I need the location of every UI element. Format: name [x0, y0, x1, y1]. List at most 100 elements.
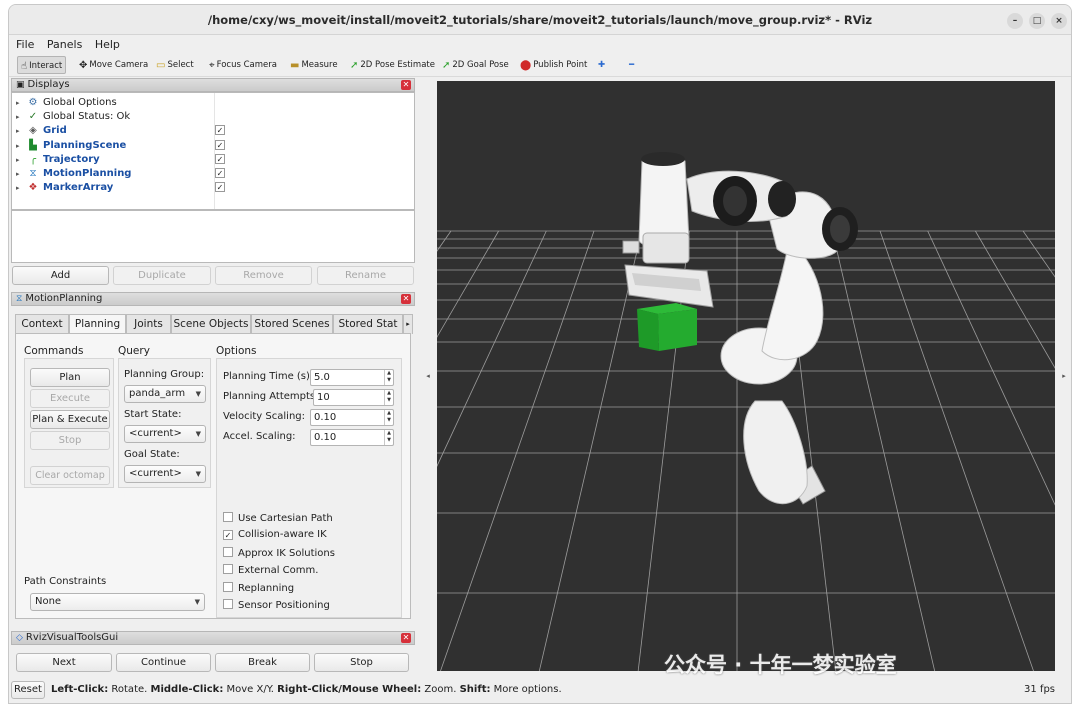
display-enabled-checkbox[interactable]: ✓	[215, 153, 225, 164]
close-icon[interactable]: ×	[1051, 13, 1067, 29]
close-icon[interactable]: ✕	[401, 633, 411, 643]
reset-button[interactable]: Reset	[11, 681, 45, 699]
chevron-down-icon: ▼	[195, 470, 201, 478]
close-icon[interactable]: ✕	[401, 80, 411, 90]
add-tool-icon[interactable]: ✚	[595, 56, 608, 74]
arrow-goal-icon: ➚	[442, 60, 451, 71]
interact-tool-button[interactable]: ☝ Interact	[17, 56, 67, 74]
execute-button[interactable]: Execute	[30, 389, 110, 408]
approx-ik-checkbox[interactable]: Approx IK Solutions	[223, 547, 335, 560]
menu-file[interactable]: File	[16, 38, 34, 51]
expand-arrow-icon[interactable]: ▸	[16, 167, 20, 181]
display-item[interactable]: ▸ ✓ Global Status: Ok	[12, 110, 412, 124]
spin-arrows-icon[interactable]: ▲ ▼	[384, 410, 393, 425]
minimize-icon[interactable]: –	[1007, 13, 1023, 29]
expand-arrow-icon[interactable]: ▸	[16, 96, 20, 110]
measure-tool-button[interactable]: ▬ Measure	[287, 56, 341, 74]
maximize-icon[interactable]: □	[1029, 13, 1045, 29]
collapse-left-handle-icon[interactable]: ◂	[421, 81, 435, 671]
planning-time-input[interactable]: 5.0 ▲ ▼	[310, 369, 394, 386]
use-cartesian-path-checkbox[interactable]: Use Cartesian Path	[223, 512, 333, 525]
menu-help[interactable]: Help	[95, 38, 120, 51]
expand-arrow-icon[interactable]: ▸	[16, 124, 20, 138]
goal-state-select[interactable]: <current> ▼	[124, 465, 206, 483]
select-tool-button[interactable]: ▭ Select	[153, 56, 197, 74]
start-state-select[interactable]: <current> ▼	[124, 425, 206, 443]
planning-attempts-label: Planning Attempts:	[223, 391, 319, 402]
tab-scroll-right-icon[interactable]: ▸	[403, 314, 413, 334]
clear-octomap-button[interactable]: Clear octomap	[30, 466, 110, 485]
3d-viewport[interactable]	[437, 81, 1055, 671]
display-item[interactable]: ▸ ⧖ MotionPlanning ✓	[12, 167, 412, 181]
remove-display-button[interactable]: Remove	[215, 266, 312, 285]
display-enabled-checkbox[interactable]: ✓	[215, 182, 225, 193]
close-icon[interactable]: ✕	[401, 294, 411, 304]
next-button[interactable]: Next	[16, 653, 112, 672]
sensor-positioning-checkbox[interactable]: Sensor Positioning	[223, 599, 330, 612]
add-display-button[interactable]: Add	[12, 266, 109, 285]
plan-button[interactable]: Plan	[30, 368, 110, 387]
stop-visual-button[interactable]: Stop	[314, 653, 409, 672]
tab-scene-objects[interactable]: Scene Objects	[171, 314, 251, 334]
planning-group-select[interactable]: panda_arm ▼	[124, 385, 206, 403]
path-constraints-select[interactable]: None ▼	[30, 593, 205, 611]
break-button[interactable]: Break	[215, 653, 310, 672]
display-item[interactable]: ▸ ❖ MarkerArray ✓	[12, 181, 412, 195]
display-item-label: MotionPlanning	[43, 168, 132, 179]
velocity-scaling-input[interactable]: 0.10 ▲ ▼	[310, 409, 394, 426]
tab-context[interactable]: Context	[15, 314, 69, 334]
start-state-label: Start State:	[124, 409, 182, 420]
planning-tab-body: Commands Query Options Plan Execute Plan…	[15, 333, 411, 619]
rviz-visual-tools-header: ◇ RvizVisualToolsGui ✕	[11, 631, 415, 645]
menu-panels[interactable]: Panels	[47, 38, 82, 51]
tab-stored-scenes[interactable]: Stored Scenes	[251, 314, 333, 334]
rename-display-button[interactable]: Rename	[317, 266, 414, 285]
spin-arrows-icon[interactable]: ▲ ▼	[384, 430, 393, 445]
tab-planning[interactable]: Planning	[69, 314, 126, 335]
continue-button[interactable]: Continue	[116, 653, 211, 672]
publish-point-tool-button[interactable]: ⬤ Publish Point	[517, 56, 590, 74]
spin-arrows-icon[interactable]: ▲ ▼	[384, 390, 393, 405]
options-label: Options	[216, 345, 257, 357]
display-item-label: PlanningScene	[43, 139, 127, 151]
focus-camera-tool-button[interactable]: ⌖ Focus Camera	[206, 56, 280, 74]
move-camera-tool-button[interactable]: ✥ Move Camera	[76, 56, 151, 74]
planning-scene-icon: ▙	[29, 139, 37, 151]
stop-button[interactable]: Stop	[30, 431, 110, 450]
expand-arrow-icon[interactable]: ▸	[16, 153, 20, 167]
accel-scaling-input[interactable]: 0.10 ▲ ▼	[310, 429, 394, 446]
duplicate-display-button[interactable]: Duplicate	[113, 266, 211, 285]
display-item[interactable]: ▸ ▙ PlanningScene ✓	[12, 139, 412, 153]
select-icon: ▭	[156, 60, 166, 71]
goal-pose-tool-button[interactable]: ➚ 2D Goal Pose	[439, 56, 512, 74]
display-enabled-checkbox[interactable]: ✓	[215, 125, 225, 136]
query-label: Query	[118, 345, 150, 357]
replanning-checkbox[interactable]: Replanning	[223, 582, 294, 595]
display-enabled-checkbox[interactable]: ✓	[215, 139, 225, 150]
collision-aware-ik-checkbox[interactable]: ✓ Collision-aware IK	[223, 529, 327, 541]
pose-estimate-tool-button[interactable]: ➚ 2D Pose Estimate	[347, 56, 438, 74]
expand-arrow-icon[interactable]: ▸	[16, 139, 20, 153]
map-pin-icon: ⬤	[520, 60, 532, 71]
collapse-right-handle-icon[interactable]: ▸	[1057, 81, 1071, 671]
monitor-icon: ▣	[16, 80, 25, 90]
tab-joints[interactable]: Joints	[126, 314, 171, 334]
displays-tree: ▸ ⚙ Global Options ▸ ✓ Global Status: Ok ▸ ◈ Gri…	[11, 92, 415, 210]
plan-and-execute-button[interactable]: Plan & Execute	[30, 410, 110, 429]
display-item[interactable]: ▸ ◈ Grid ✓	[12, 124, 412, 138]
measure-icon: ▬	[290, 60, 300, 71]
display-item[interactable]: ▸ ⚙ Global Options	[12, 96, 412, 110]
menu-bar: File Panels Help	[9, 36, 1071, 53]
motion-planning-icon: ⧖	[29, 168, 37, 179]
expand-arrow-icon[interactable]: ▸	[16, 110, 20, 124]
planning-attempts-input[interactable]: 10 ▲ ▼	[313, 389, 394, 406]
tab-stored-states[interactable]: Stored Stat	[333, 314, 403, 334]
expand-arrow-icon[interactable]: ▸	[16, 181, 20, 195]
motion-planning-icon: ⧖	[16, 294, 23, 304]
display-item[interactable]: ▸ ╭ Trajectory ✓	[12, 153, 412, 167]
spin-arrows-icon[interactable]: ▲ ▼	[384, 370, 393, 385]
fps-counter: 31 fps	[1024, 684, 1055, 695]
external-comm-checkbox[interactable]: External Comm.	[223, 564, 318, 577]
display-enabled-checkbox[interactable]: ✓	[215, 168, 225, 178]
remove-tool-icon[interactable]: ━	[626, 56, 637, 74]
